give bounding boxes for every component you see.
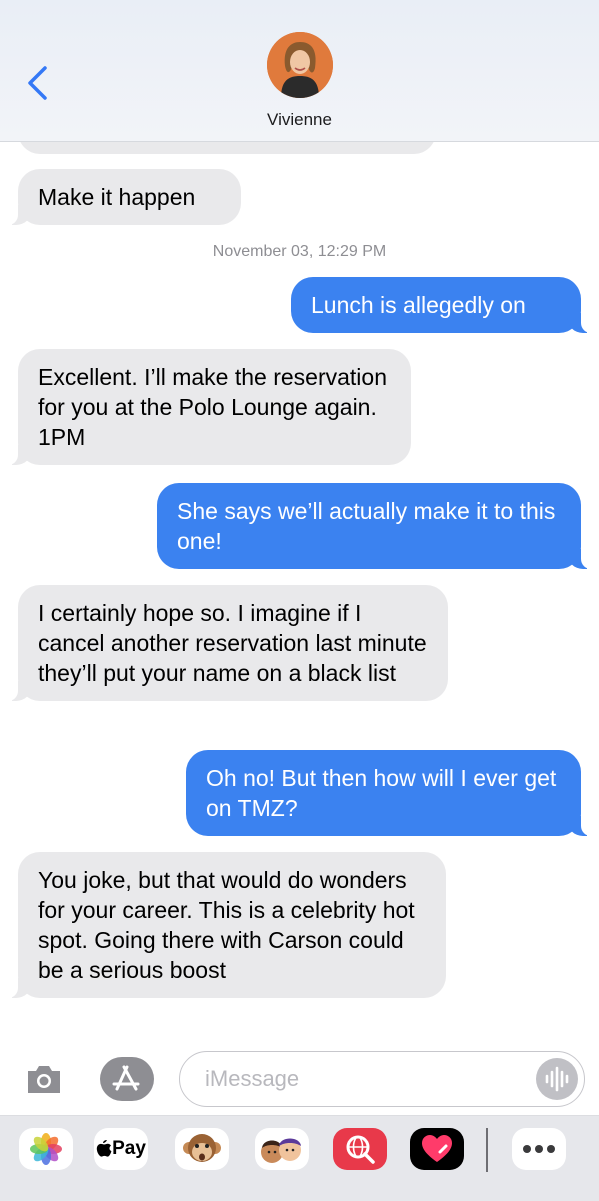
apple-pay-app-button[interactable]: Pay xyxy=(94,1128,148,1170)
monkey-memoji-icon xyxy=(183,1134,221,1162)
app-store-button[interactable] xyxy=(100,1057,154,1101)
more-icon xyxy=(523,1145,555,1153)
web-search-app-button[interactable] xyxy=(333,1128,387,1170)
web-search-icon xyxy=(346,1135,375,1164)
message-text: Oh no! But then how will I ever get on T… xyxy=(206,765,557,821)
drawer-divider xyxy=(486,1128,488,1172)
more-apps-button[interactable] xyxy=(512,1128,566,1170)
photos-icon xyxy=(30,1133,62,1165)
back-chevron-icon[interactable] xyxy=(22,62,56,104)
message-text: She says we’ll actually make it to this … xyxy=(177,498,556,554)
message-bubble-outgoing[interactable]: Lunch is allegedly on xyxy=(291,277,591,333)
message-thread[interactable]: Make it happen November 03, 12:29 PM Lun… xyxy=(0,0,599,1045)
message-input-placeholder: iMessage xyxy=(205,1066,300,1091)
message-text: Excellent. I’ll make the reservation for… xyxy=(38,364,387,450)
contact-avatar[interactable] xyxy=(267,32,333,98)
photos-app-button[interactable] xyxy=(19,1128,73,1170)
message-bubble-outgoing[interactable]: She says we’ll actually make it to this … xyxy=(157,483,591,569)
conversation-header: Vivienne xyxy=(0,0,599,142)
apple-pay-label: Pay xyxy=(112,1138,146,1159)
animoji-app-button[interactable] xyxy=(175,1128,229,1170)
message-text: Make it happen xyxy=(38,184,196,210)
apple-logo-icon xyxy=(96,1140,112,1157)
message-text: You joke, but that would do wonders for … xyxy=(38,867,415,983)
memoji-icon xyxy=(261,1138,301,1163)
audio-record-button[interactable] xyxy=(536,1058,578,1100)
camera-icon[interactable] xyxy=(24,1061,64,1097)
message-bubble-incoming[interactable]: I certainly hope so. I imagine if I canc… xyxy=(8,585,448,701)
app-store-icon xyxy=(112,1065,140,1091)
digital-touch-icon xyxy=(422,1135,452,1162)
message-bubble-incoming[interactable]: Excellent. I’ll make the reservation for… xyxy=(8,349,411,465)
memoji-app-button[interactable] xyxy=(255,1128,309,1170)
digital-touch-app-button[interactable] xyxy=(410,1128,464,1170)
message-text: Lunch is allegedly on xyxy=(311,292,526,318)
audio-waveform-icon xyxy=(545,1066,569,1092)
message-bubble-incoming[interactable]: You joke, but that would do wonders for … xyxy=(8,852,446,998)
message-text: I certainly hope so. I imagine if I canc… xyxy=(38,600,427,686)
timestamp: November 03, 12:29 PM xyxy=(212,243,387,260)
avatar-photo-icon xyxy=(267,32,333,98)
contact-name[interactable]: Vivienne xyxy=(0,110,599,130)
message-bubble-outgoing[interactable]: Oh no! But then how will I ever get on T… xyxy=(186,750,591,836)
message-bubble-incoming[interactable]: Make it happen xyxy=(8,169,241,225)
